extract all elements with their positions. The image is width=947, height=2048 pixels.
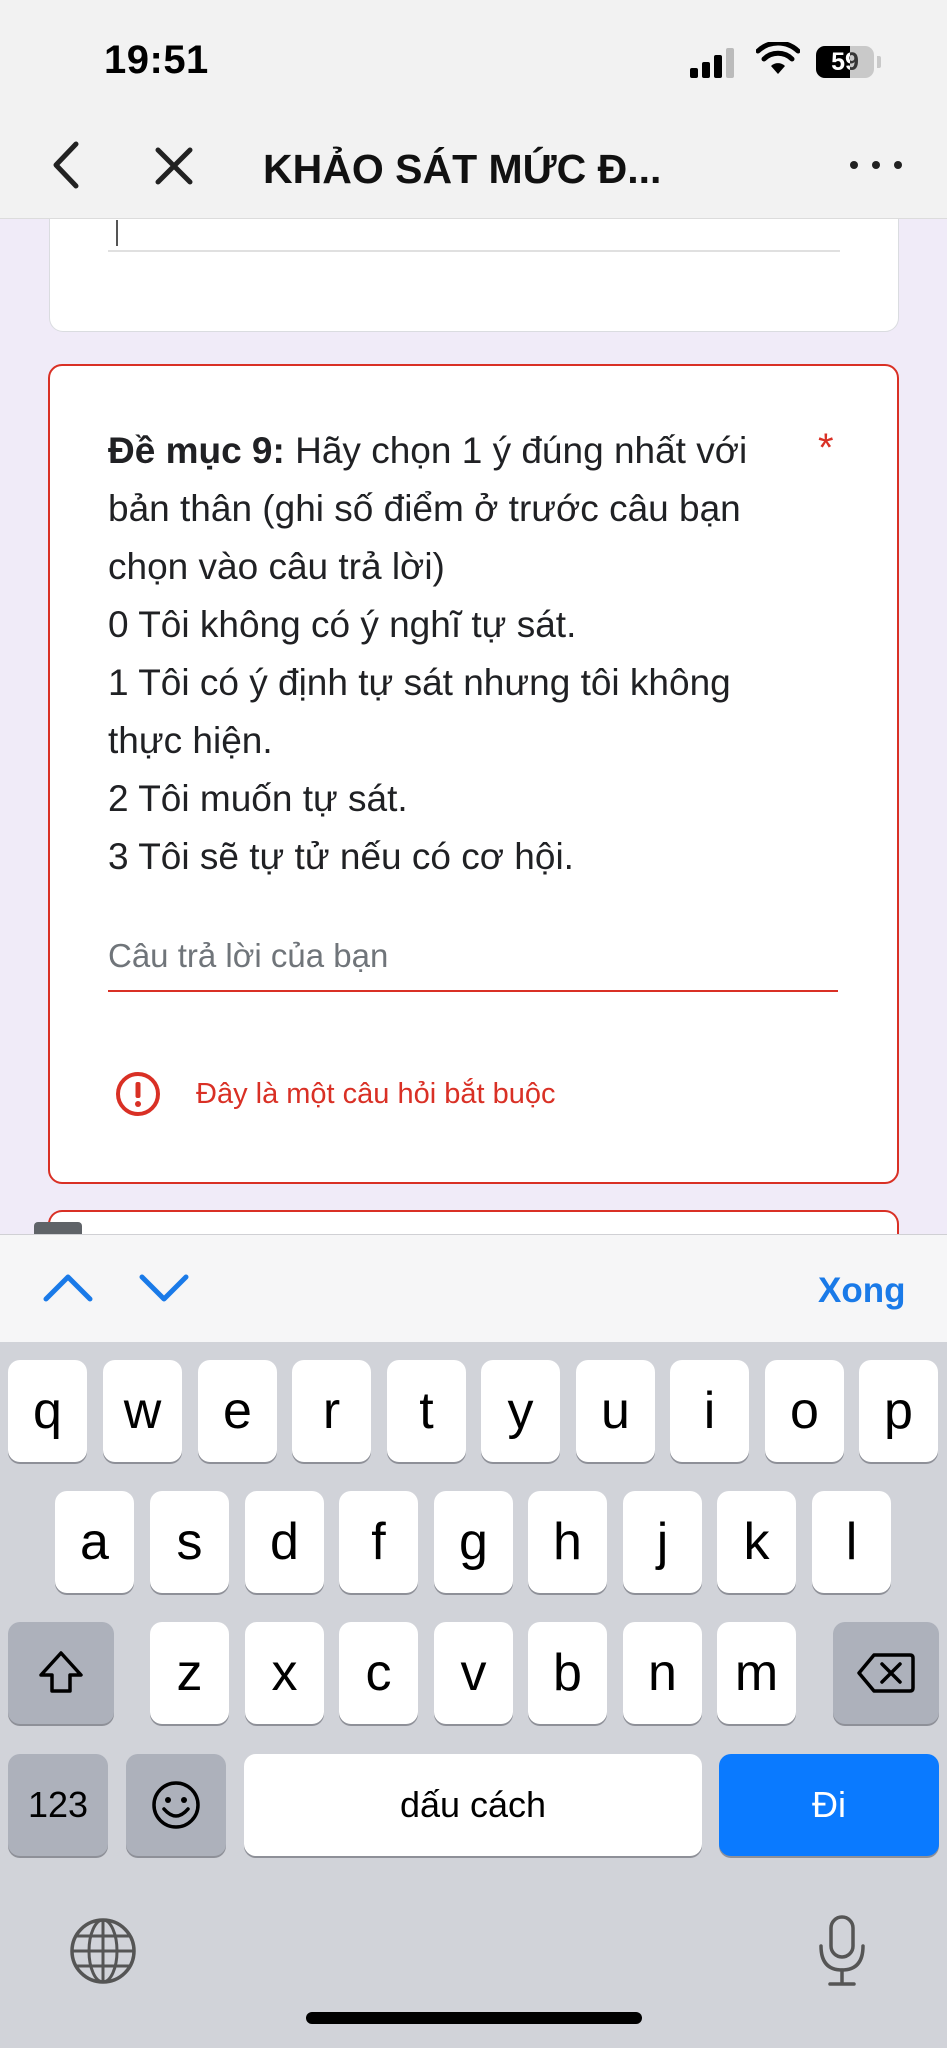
- space-key[interactable]: dấu cách: [244, 1754, 702, 1856]
- on-screen-keyboard: q w e r t y u i o p a s d f g h j k l z …: [0, 1342, 947, 2048]
- key-i[interactable]: i: [670, 1360, 749, 1462]
- shift-key[interactable]: [8, 1622, 114, 1724]
- wifi-icon: [756, 42, 800, 74]
- delete-key[interactable]: [833, 1622, 939, 1724]
- battery-tip: [877, 56, 881, 68]
- more-options-icon[interactable]: [850, 158, 906, 172]
- key-o[interactable]: o: [765, 1360, 844, 1462]
- key-f[interactable]: f: [339, 1491, 418, 1593]
- question-body: Hãy chọn 1 ý đúng nhất với bản thân (ghi…: [108, 430, 748, 877]
- chevron-up-icon[interactable]: [42, 1265, 94, 1311]
- key-b[interactable]: b: [528, 1622, 607, 1724]
- error-icon: [116, 1072, 160, 1116]
- cellular-signal-icon: [690, 48, 736, 78]
- chevron-down-icon[interactable]: [138, 1265, 190, 1311]
- key-n[interactable]: n: [623, 1622, 702, 1724]
- required-asterisk: *: [818, 426, 834, 470]
- battery-percent: 59: [831, 48, 859, 76]
- microphone-icon[interactable]: [816, 1914, 868, 1988]
- keyboard-accessory-bar: Xong: [0, 1234, 947, 1342]
- key-c[interactable]: c: [339, 1622, 418, 1724]
- key-m[interactable]: m: [717, 1622, 796, 1724]
- key-s[interactable]: s: [150, 1491, 229, 1593]
- battery-icon: 59: [816, 46, 874, 78]
- required-error-message: Đây là một câu hỏi bắt buộc: [196, 1078, 556, 1110]
- key-w[interactable]: w: [103, 1360, 182, 1462]
- previous-answer-underline[interactable]: [108, 250, 840, 252]
- numbers-key[interactable]: 123: [8, 1754, 108, 1856]
- key-q[interactable]: q: [8, 1360, 87, 1462]
- shift-icon: [39, 1651, 83, 1693]
- key-u[interactable]: u: [576, 1360, 655, 1462]
- key-h[interactable]: h: [528, 1491, 607, 1593]
- key-r[interactable]: r: [292, 1360, 371, 1462]
- key-g[interactable]: g: [434, 1491, 513, 1593]
- home-indicator[interactable]: [306, 2012, 642, 2024]
- key-x[interactable]: x: [245, 1622, 324, 1724]
- top-bar: 19:51 59 KHẢO SÁT MỨC Đ...: [0, 0, 947, 219]
- key-a[interactable]: a: [55, 1491, 134, 1593]
- key-e[interactable]: e: [198, 1360, 277, 1462]
- done-button[interactable]: Xong: [818, 1271, 905, 1311]
- key-d[interactable]: d: [245, 1491, 324, 1593]
- key-t[interactable]: t: [387, 1360, 466, 1462]
- question-heading: Đề mục 9:: [108, 430, 285, 471]
- status-time: 19:51: [104, 38, 209, 82]
- question-text: Đề mục 9: Hãy chọn 1 ý đúng nhất với bản…: [108, 422, 798, 886]
- emoji-icon: [152, 1781, 200, 1829]
- key-z[interactable]: z: [150, 1622, 229, 1724]
- key-j[interactable]: j: [623, 1491, 702, 1593]
- answer-input[interactable]: [108, 932, 838, 992]
- key-y[interactable]: y: [481, 1360, 560, 1462]
- key-v[interactable]: v: [434, 1622, 513, 1724]
- go-key[interactable]: Đi: [719, 1754, 939, 1856]
- key-l[interactable]: l: [812, 1491, 891, 1593]
- page-title: KHẢO SÁT MỨC Đ...: [263, 146, 662, 192]
- question-card: Đề mục 9: Hãy chọn 1 ý đúng nhất với bản…: [48, 364, 899, 1184]
- close-icon[interactable]: [150, 142, 198, 190]
- back-icon[interactable]: [44, 138, 92, 192]
- emoji-key[interactable]: [126, 1754, 226, 1856]
- key-k[interactable]: k: [717, 1491, 796, 1593]
- backspace-icon: [857, 1653, 915, 1693]
- globe-icon[interactable]: [68, 1916, 138, 1986]
- key-p[interactable]: p: [859, 1360, 938, 1462]
- text-caret: [116, 220, 118, 246]
